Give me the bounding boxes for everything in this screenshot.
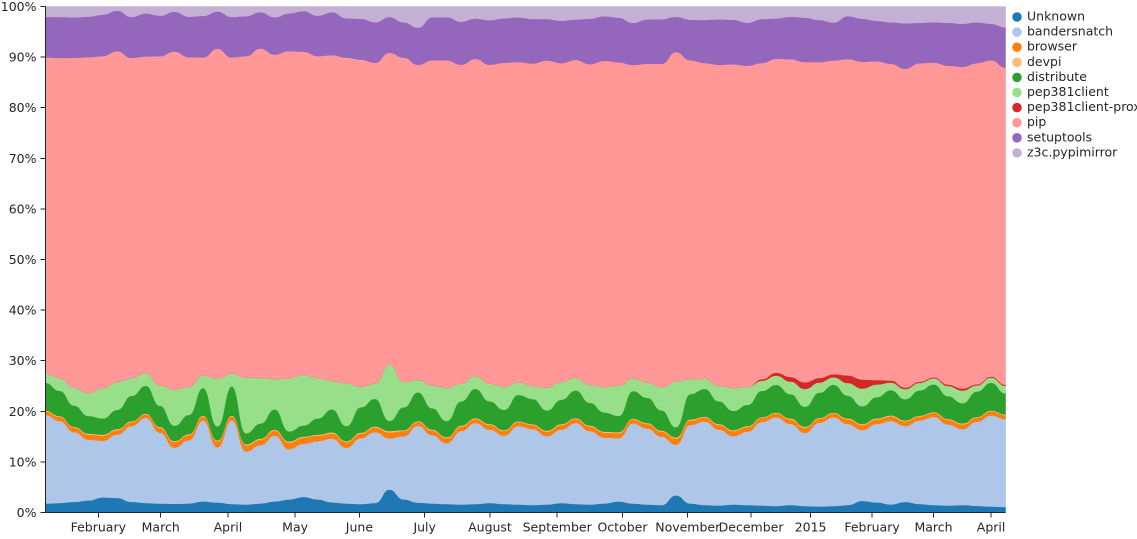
- legend-marker-distribute[interactable]: [1011, 72, 1023, 83]
- y-tick-label-40: 40%: [9, 303, 37, 318]
- y-tick-label-60: 60%: [9, 201, 37, 216]
- legend-marker-unknown[interactable]: [1011, 11, 1023, 23]
- x-tick-label-6: August: [468, 520, 512, 535]
- x-tick-label-14: April: [977, 520, 1006, 535]
- x-tick-label-12: February: [844, 520, 900, 535]
- x-tick-label-13: March: [914, 520, 952, 535]
- area-series-group: [45, 6, 1006, 513]
- legend-marker-browser[interactable]: [1011, 41, 1023, 53]
- y-tick-label-20: 20%: [9, 404, 37, 419]
- legend-marker-pep381client-proxy[interactable]: [1011, 102, 1023, 113]
- legend-marker-pep381client[interactable]: [1011, 87, 1023, 98]
- x-tick-label-8: October: [597, 520, 648, 535]
- legend-label-distribute[interactable]: distribute: [1027, 69, 1087, 84]
- chart-canvas: 0% 10% 20% 30% 40% 50% 60% 70% 80% 90% 100% Februar…: [0, 0, 1137, 539]
- x-tick-label-7: September: [523, 520, 593, 535]
- legend-label-z3c-pypimirror[interactable]: z3c.pypimirror: [1027, 144, 1118, 159]
- x-tick-label-10: December: [719, 520, 785, 535]
- legend-label-unknown[interactable]: Unknown: [1027, 9, 1085, 24]
- y-tick-label-70: 70%: [9, 151, 37, 166]
- y-tick-label-100: 100%: [1, 0, 37, 14]
- legend-marker-devpi[interactable]: [1011, 57, 1023, 68]
- y-tick-label-30: 30%: [9, 353, 37, 368]
- y-tick-label-90: 90%: [9, 50, 37, 65]
- legend-label-pep381client-proxy[interactable]: pep381client-proxy: [1027, 99, 1137, 114]
- legend-marker-z3c-pypimirror[interactable]: [1011, 147, 1023, 159]
- x-tick-label-3: May: [282, 520, 308, 535]
- legend-marker-bandersnatch[interactable]: [1011, 26, 1023, 38]
- x-tick-label-2: April: [214, 520, 243, 535]
- legend-label-browser[interactable]: browser: [1027, 39, 1078, 54]
- x-tick-label-9: November: [655, 520, 721, 535]
- x-tick-label-1: March: [142, 520, 180, 535]
- stacked-area-chart: 0% 10% 20% 30% 40% 50% 60% 70% 80% 90% 100% Februar…: [0, 0, 1137, 539]
- legend-label-bandersnatch[interactable]: bandersnatch: [1027, 24, 1113, 39]
- y-tick-label-50: 50%: [9, 252, 37, 267]
- x-tick-label-0: February: [71, 520, 127, 535]
- x-tick-label-4: June: [345, 520, 374, 535]
- legend-label-pip[interactable]: pip: [1027, 114, 1046, 129]
- area-series-pip: [45, 48, 1006, 394]
- x-tick-label-5: July: [412, 520, 436, 535]
- legend-label-pep381client[interactable]: pep381client: [1027, 84, 1109, 99]
- y-tick-label-0: 0%: [17, 505, 37, 520]
- legend-marker-pip[interactable]: [1011, 117, 1023, 128]
- legend-label-devpi[interactable]: devpi: [1027, 54, 1061, 69]
- x-tick-label-11: 2015: [795, 520, 827, 535]
- y-tick-label-80: 80%: [9, 100, 37, 115]
- y-tick-label-10: 10%: [9, 454, 37, 469]
- legend-label-setuptools[interactable]: setuptools: [1027, 129, 1092, 144]
- legend-marker-setuptools[interactable]: [1011, 132, 1023, 144]
